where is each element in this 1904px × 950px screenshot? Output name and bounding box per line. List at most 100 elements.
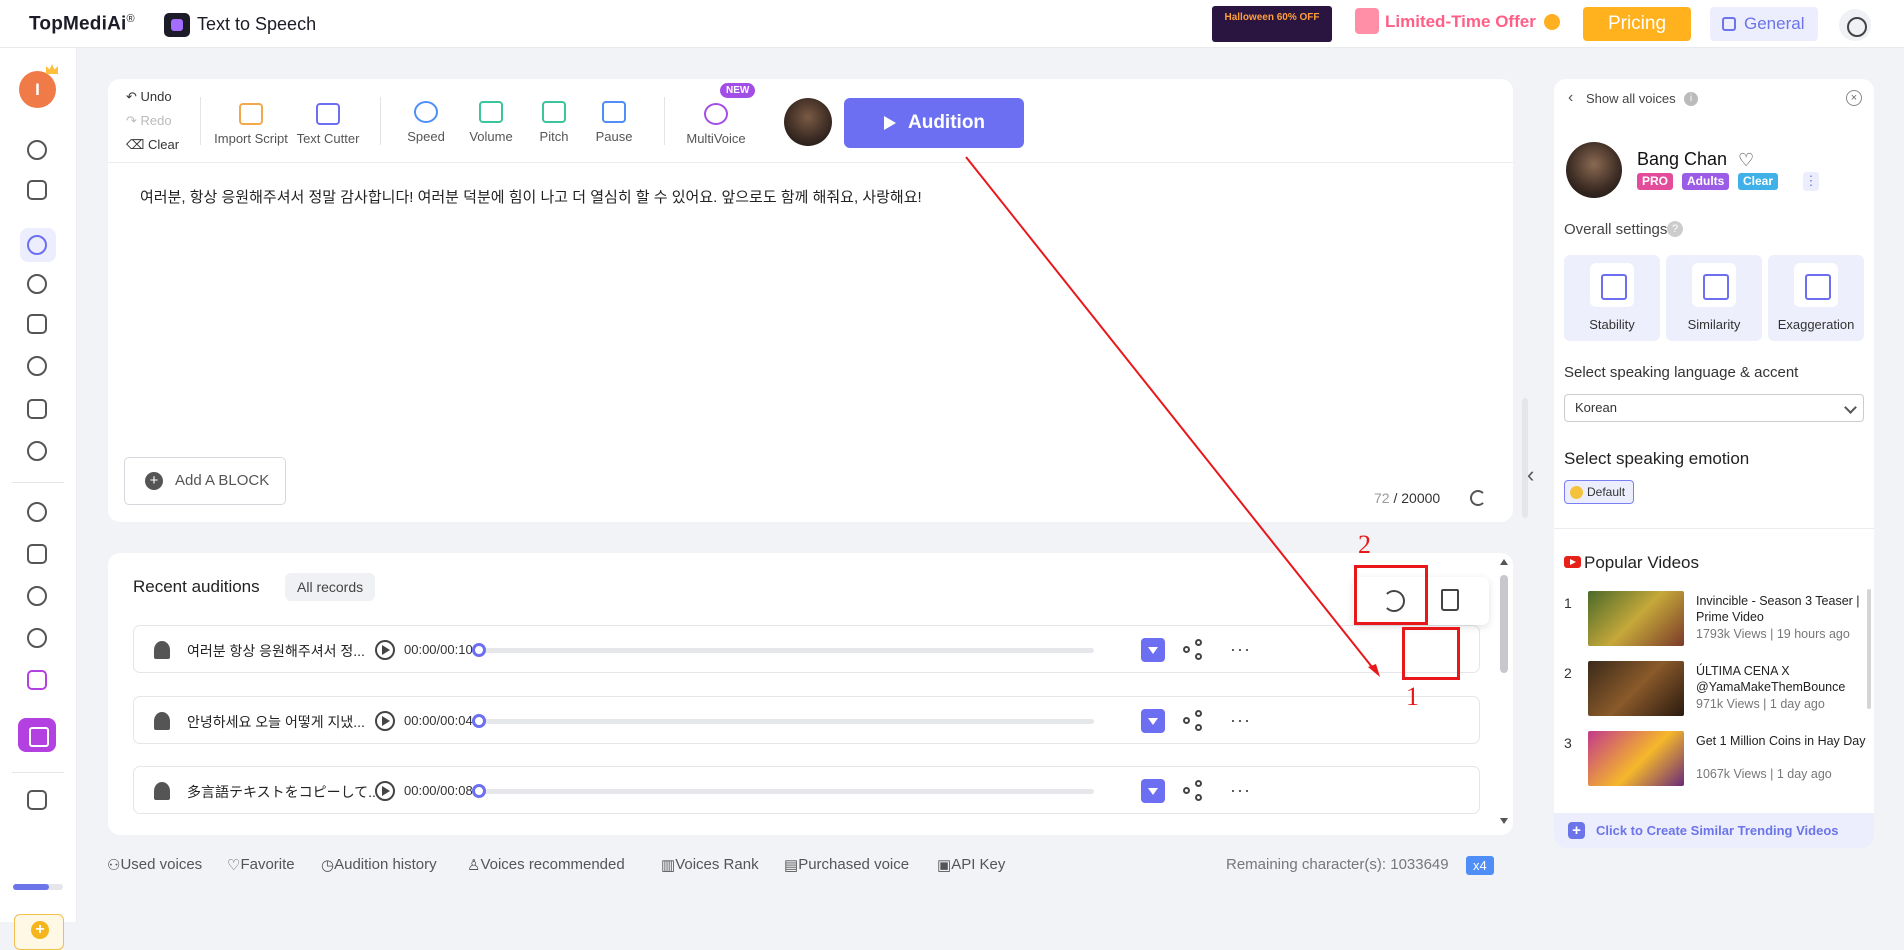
pause-icon[interactable] xyxy=(602,101,626,123)
used-voices-link[interactable]: ⚇ Used voices xyxy=(107,856,202,874)
share-icon[interactable] xyxy=(1183,639,1205,661)
user-avatar[interactable]: I xyxy=(19,71,56,108)
share-icon[interactable] xyxy=(1183,780,1205,802)
audition-history-link[interactable]: ◷ Audition history xyxy=(321,856,437,874)
progress-track[interactable] xyxy=(474,789,1094,794)
all-records-button[interactable]: All records xyxy=(285,573,376,601)
video-thumbnail[interactable] xyxy=(1588,591,1684,646)
show-all-voices-link[interactable]: Show all voices xyxy=(1586,91,1676,106)
video-item[interactable]: 1 Invincible - Season 3 Teaser | Prime V… xyxy=(1554,591,1874,651)
voices-rank-link[interactable]: ▥ Voices Rank xyxy=(661,856,759,874)
similarity-card[interactable]: Similarity xyxy=(1666,255,1762,341)
progress-knob[interactable] xyxy=(472,784,486,798)
emotion-chip-default[interactable]: Default xyxy=(1564,480,1634,504)
download-icon[interactable] xyxy=(1141,709,1165,733)
video-item[interactable]: 2 ÚLTIMA CENA X @YamaMakeThemBounce 971k… xyxy=(1554,661,1874,721)
tiktok-icon[interactable] xyxy=(27,628,47,648)
video-thumbnail[interactable] xyxy=(1588,731,1684,786)
pitch-icon[interactable] xyxy=(542,101,566,123)
scroll-up-arrow[interactable] xyxy=(1500,559,1508,565)
apps-icon[interactable] xyxy=(27,790,47,810)
refresh-icon[interactable] xyxy=(1470,490,1486,506)
language-select[interactable]: Korean xyxy=(1564,394,1864,422)
undo-button[interactable]: ↶ Undo xyxy=(126,89,172,105)
play-icon[interactable] xyxy=(375,711,395,731)
video-thumbnail[interactable] xyxy=(1588,661,1684,716)
video-title[interactable]: Get 1 Million Coins in Hay Day xyxy=(1696,733,1866,749)
close-icon[interactable]: × xyxy=(1846,90,1862,106)
text-cutter-button[interactable]: Text Cutter xyxy=(283,131,373,146)
halloween-promo-banner[interactable]: Halloween 60% OFF xyxy=(1212,6,1332,42)
video-item[interactable]: 3 Get 1 Million Coins in Hay Day 1067k V… xyxy=(1554,731,1874,791)
voice-clone-icon[interactable] xyxy=(27,441,47,461)
api-key-link[interactable]: ▣ API Key xyxy=(937,856,1005,874)
audition-button[interactable]: Audition xyxy=(844,98,1024,148)
download-icon[interactable] xyxy=(1141,779,1165,803)
videos-scrollbar[interactable] xyxy=(1867,589,1871,709)
progress-track[interactable] xyxy=(474,648,1094,653)
limited-offer-link[interactable]: Limited-Time Offer xyxy=(1385,12,1536,32)
voice-icon[interactable] xyxy=(27,274,47,294)
purchased-voice-link[interactable]: ▤ Purchased voice xyxy=(784,856,909,874)
favorite-heart-icon[interactable]: ♡ xyxy=(1738,150,1754,171)
script-text-area[interactable]: 여러분, 항상 응원해주셔서 정말 감사합니다! 여러분 덕분에 힘이 나고 더… xyxy=(140,186,922,207)
add-credit-icon[interactable] xyxy=(14,914,64,950)
progress-knob[interactable] xyxy=(472,714,486,728)
chevron-left-icon[interactable]: ‹ xyxy=(1568,89,1573,107)
share-icon[interactable] xyxy=(1183,710,1205,732)
selected-voice-avatar[interactable] xyxy=(784,98,832,146)
import-script-icon[interactable] xyxy=(239,103,263,125)
pen-icon[interactable] xyxy=(27,399,47,419)
multivoice-icon[interactable] xyxy=(704,103,728,125)
speed-icon[interactable] xyxy=(414,101,438,123)
volume-icon[interactable] xyxy=(479,101,503,123)
info-icon[interactable]: i xyxy=(1684,92,1698,106)
video-icon[interactable] xyxy=(27,314,47,334)
stability-card[interactable]: Stability xyxy=(1564,255,1660,341)
text-cutter-icon[interactable] xyxy=(316,103,340,125)
crown-icon xyxy=(46,64,58,74)
calendar-icon[interactable] xyxy=(18,718,56,752)
more-options-icon[interactable]: ··· xyxy=(1230,710,1251,731)
video-title[interactable]: ÚLTIMA CENA X @YamaMakeThemBounce xyxy=(1696,663,1866,695)
brand-logo[interactable]: TopMediAi® xyxy=(29,13,135,35)
pause-button[interactable]: Pause xyxy=(569,129,659,144)
progress-knob[interactable] xyxy=(472,643,486,657)
top-bar: TopMediAi® Text to Speech Halloween 60% … xyxy=(0,0,1904,48)
help-icon[interactable]: ? xyxy=(1667,221,1683,237)
video-title[interactable]: Invincible - Season 3 Teaser | Prime Vid… xyxy=(1696,593,1866,625)
folder-icon[interactable] xyxy=(27,180,47,200)
dashboard-icon[interactable] xyxy=(27,140,47,160)
play-icon[interactable] xyxy=(375,640,395,660)
more-tags-icon[interactable]: ⋮ xyxy=(1803,172,1819,191)
trash-icon[interactable] xyxy=(1441,589,1459,611)
pricing-button[interactable]: Pricing xyxy=(1583,7,1691,41)
music-icon[interactable] xyxy=(27,544,47,564)
add-block-button[interactable]: Add A BLOCK xyxy=(124,457,286,505)
globe-icon[interactable] xyxy=(27,502,47,522)
clear-label: Clear xyxy=(148,137,180,152)
disc-icon[interactable] xyxy=(27,586,47,606)
voice-avatar[interactable] xyxy=(1566,142,1622,198)
scroll-down-arrow[interactable] xyxy=(1500,818,1508,824)
progress-track[interactable] xyxy=(474,719,1094,724)
language-globe-icon[interactable] xyxy=(1839,9,1871,41)
clear-button[interactable]: ⌫ Clear xyxy=(126,137,179,153)
play-icon[interactable] xyxy=(375,781,395,801)
collapse-panel-icon[interactable]: ‹ xyxy=(1527,462,1541,494)
more-options-icon[interactable]: ··· xyxy=(1230,639,1251,660)
redo-button[interactable]: ↷ Redo xyxy=(126,113,172,129)
text-to-speech-icon[interactable] xyxy=(27,235,47,255)
exaggeration-card[interactable]: Exaggeration xyxy=(1768,255,1864,341)
multivoice-button[interactable]: MultiVoice xyxy=(671,131,761,146)
editor-scrollbar[interactable] xyxy=(1522,398,1528,518)
voices-recommended-link[interactable]: ♙ Voices recommended xyxy=(467,856,625,874)
download-icon[interactable] xyxy=(1141,638,1165,662)
more-options-icon[interactable]: ··· xyxy=(1230,780,1251,801)
recent-scrollbar[interactable] xyxy=(1500,575,1508,673)
favorite-link[interactable]: ♡ Favorite xyxy=(227,856,295,874)
multiplier-badge[interactable]: x4 xyxy=(1466,856,1494,875)
media-icon[interactable] xyxy=(27,670,47,690)
create-similar-videos-button[interactable]: Click to Create Similar Trending Videos xyxy=(1554,813,1874,848)
microphone-icon[interactable] xyxy=(27,356,47,376)
